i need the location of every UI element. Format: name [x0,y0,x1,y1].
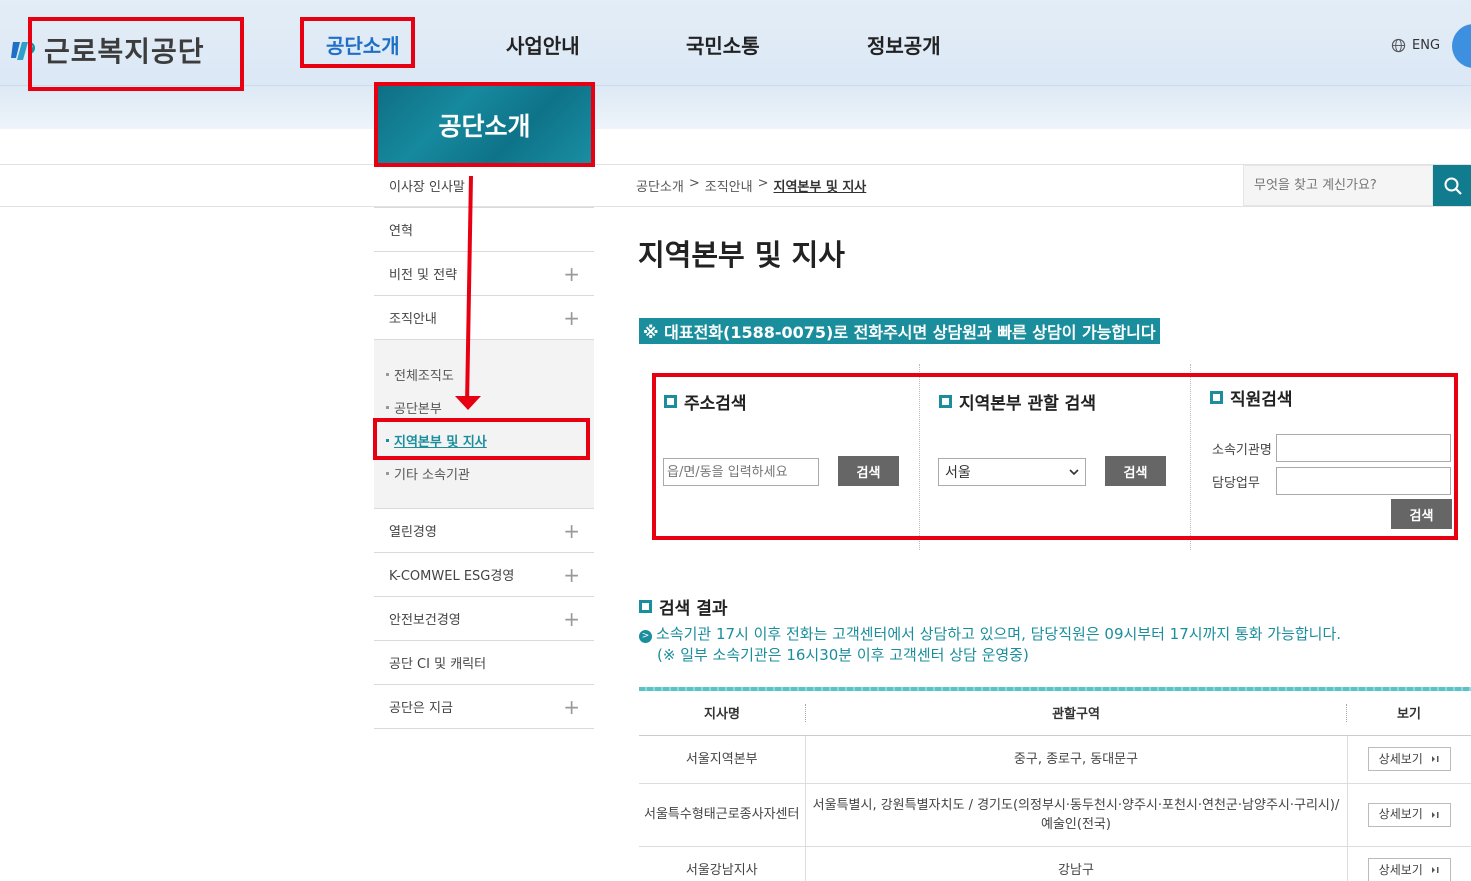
phone-notice: ※ 대표전화(1588-0075)로 전화주시면 상담원과 빠른 상담이 가능합… [639,318,1160,344]
breadcrumb: 공단소개 > 조직안내 > 지역본부 및 지사 [636,176,866,195]
detail-button-label: 상세보기 [1378,751,1423,766]
table-row: 서울지역본부 중구, 종로구, 동대문구 상세보기 [639,735,1471,784]
lnb-sub-item-label: 기타 소속기관 [394,468,470,483]
page: 근로복지공단 공단소개 사업안내 국민소통 정보공개 ENG 공단소개 이사장 … [0,0,1471,881]
next-icon [1431,811,1439,818]
divider [0,206,1471,207]
branch-name: 서울지역본부 [639,735,805,784]
breadcrumb-separator: > [757,176,769,191]
results-notice-line2: (※ 일부 소속기관은 16시30분 이후 고객센터 상담 운영중) [657,646,1029,664]
lnb-item-label: 공단 CI 및 캐릭터 [389,657,487,672]
branch-name: 서울강남지사 [639,846,805,881]
plus-icon[interactable]: + [563,563,580,587]
sub-header-band [0,86,1471,129]
breadcrumb-item[interactable]: 공단소개 [636,176,684,195]
plus-icon[interactable]: + [563,306,580,330]
bullet-icon [386,472,389,475]
results-title: 검색 결과 [639,594,727,619]
lnb-item-safety[interactable]: 안전보건경영 + [374,597,594,641]
annotation-box-nav [300,17,415,68]
plus-icon[interactable]: + [563,607,580,631]
page-title: 지역본부 및 지사 [638,238,845,272]
lnb-item-label: 안전보건경영 [389,613,461,628]
branch-area: 서울특별시, 강원특별자치도 / 경기도(의정부시·동두천시·양주시·포천시·연… [804,783,1348,847]
language-label: ENG [1412,38,1441,53]
breadcrumb-separator: > [688,176,700,191]
results-table: 지사명 관할구역 보기 서울지역본부 중구, 종로구, 동대문구 상세보기 서울… [639,687,1471,881]
breadcrumb-current[interactable]: 지역본부 및 지사 [774,176,867,195]
column-header: 관할구역 [805,691,1347,736]
gnb-business[interactable]: 사업안내 [506,30,580,59]
gnb-communication[interactable]: 국민소통 [686,30,760,59]
plus-icon[interactable]: + [563,519,580,543]
column-header: 보기 [1347,691,1471,736]
site-search-button[interactable] [1433,165,1471,206]
branch-area: 중구, 종로구, 동대문구 [804,735,1348,784]
lnb-item-label: 연혁 [389,224,413,239]
lnb-item-label: 비전 및 전략 [389,268,458,283]
detail-button[interactable]: 상세보기 [1367,802,1451,827]
lnb-item-history[interactable]: 연혁 [374,208,594,252]
site-search [1243,165,1433,206]
column-header: 지사명 [639,691,805,736]
section-title-text: 검색 결과 [659,599,728,619]
gnb-disclosure[interactable]: 정보공개 [867,30,941,59]
detail-button[interactable]: 상세보기 [1367,747,1451,771]
annotation-box-lnb-title [374,82,595,167]
header-separator [805,704,806,722]
detail-button-label: 상세보기 [1378,862,1423,877]
lnb-item-label: 조직안내 [389,312,437,327]
lnb-item-now[interactable]: 공단은 지금 + [374,685,594,729]
language-switch[interactable]: ENG [1391,38,1440,53]
plus-icon[interactable]: + [563,262,580,286]
table-row: 서울특수형태근로종사자센터 서울특별시, 강원특별자치도 / 경기도(의정부시·… [639,783,1471,847]
site-search-input[interactable] [1254,178,1424,193]
next-icon [1431,756,1439,762]
results-notice: > 소속기관 17시 이후 전화는 고객센터에서 상담하고 있으며, 담당직원은 … [639,624,1341,666]
globe-icon [1391,38,1406,53]
square-icon [639,600,652,613]
results-notice-line1: 소속기관 17시 이후 전화는 고객센터에서 상담하고 있으며, 담당직원은 0… [656,625,1342,643]
bullet-icon [386,373,389,376]
branch-name: 서울특수형태근로종사자센터 [639,783,805,847]
lnb-item-open-management[interactable]: 열린경영 + [374,509,594,553]
annotation-box-search [652,373,1458,540]
search-icon [1444,177,1462,195]
lnb-sub-item-label: 공단본부 [394,402,442,417]
lnb-item-label: 이사장 인사말 [389,180,465,195]
branch-area: 강남구 [804,846,1348,881]
lnb-item-label: 공단은 지금 [389,701,453,716]
table-row: 서울강남지사 강남구 상세보기 [639,846,1471,881]
detail-button-label: 상세보기 [1378,807,1423,821]
bullet-icon [386,406,389,409]
next-icon [1431,867,1439,873]
lnb-sub-item-other-agencies[interactable]: 기타 소속기관 [374,457,594,490]
arrow-circle-icon: > [639,630,652,643]
header-menu-button[interactable] [1452,24,1471,68]
detail-button[interactable]: 상세보기 [1367,858,1451,881]
breadcrumb-item[interactable]: 조직안내 [705,176,753,195]
column-header-label: 관할구역 [1052,707,1100,723]
lnb-item-organization[interactable]: 조직안내 + [374,296,594,340]
lnb-sub-item-label: 전체조직도 [394,369,454,384]
lnb-item-esg[interactable]: K-COMWEL ESG경영 + [374,553,594,597]
annotation-box-submenu [373,418,590,460]
lnb-item-ci[interactable]: 공단 CI 및 캐릭터 [374,641,594,685]
annotation-arrow-head [455,396,481,410]
lnb-item-label: 열린경영 [389,525,437,540]
plus-icon[interactable]: + [563,695,580,719]
lnb-sub-item-org-chart[interactable]: 전체조직도 [374,358,594,391]
lnb-item-vision[interactable]: 비전 및 전략 + [374,252,594,296]
lnb-item-greeting[interactable]: 이사장 인사말 [374,164,594,208]
annotation-box-logo [28,17,244,91]
lnb-item-label: K-COMWEL ESG경영 [389,569,515,584]
